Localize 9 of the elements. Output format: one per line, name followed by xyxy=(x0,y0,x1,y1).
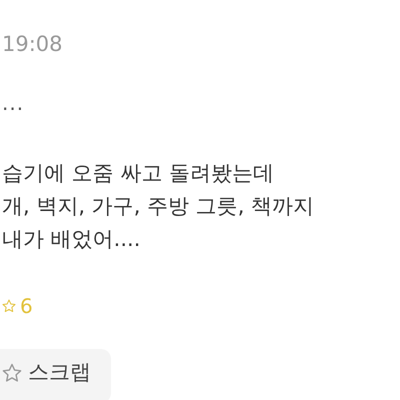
post-text-line: 개, 벽지, 가구, 주방 그릇, 책까지 xyxy=(2,193,316,220)
post-time: 19:08 xyxy=(2,34,64,55)
like-count: 6 xyxy=(20,296,33,316)
star-icon xyxy=(2,362,22,383)
post-text-line: 습기에 오줌 싸고 돌려봤는데 xyxy=(2,160,276,187)
post-preview: ... xyxy=(2,93,26,113)
star-icon xyxy=(2,299,16,313)
scrap-button[interactable]: 스크랩 xyxy=(0,349,111,400)
post-text-line: 내가 배었어.... xyxy=(2,226,142,253)
